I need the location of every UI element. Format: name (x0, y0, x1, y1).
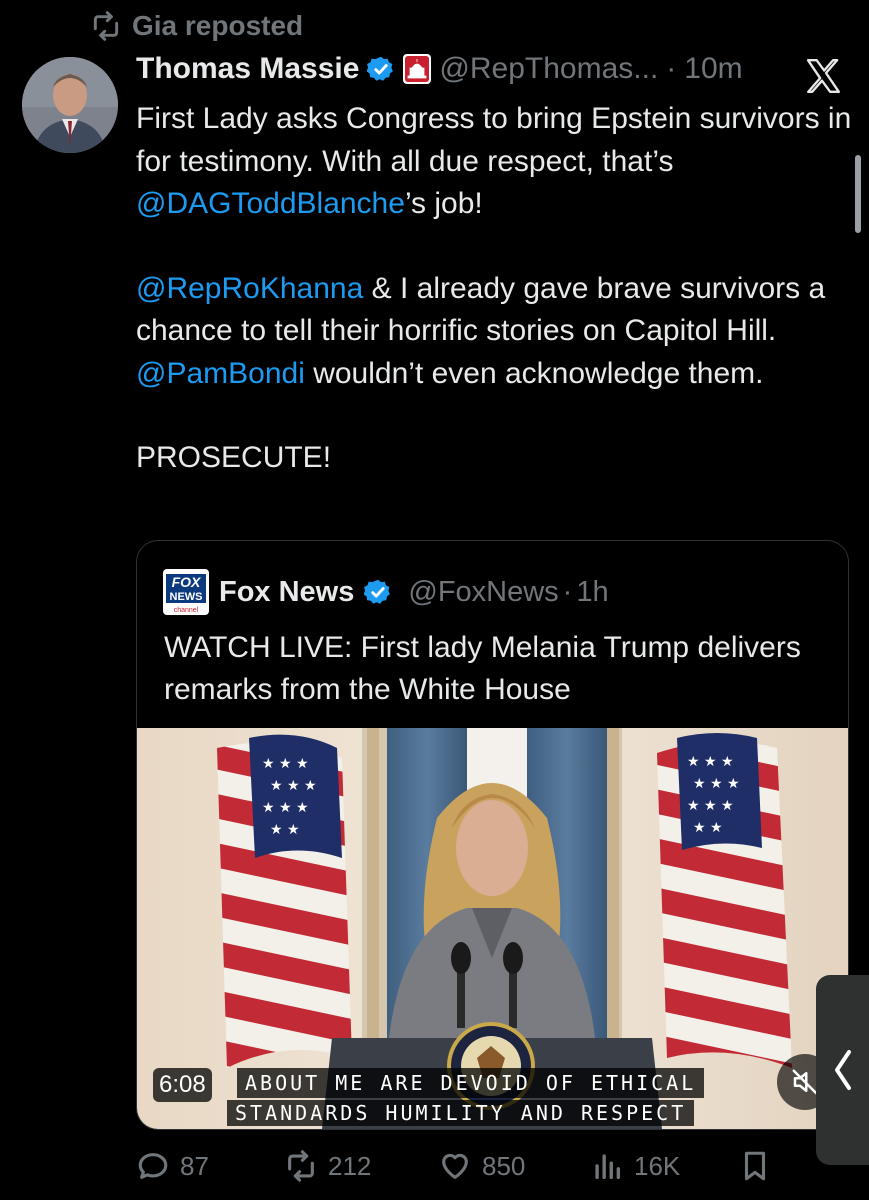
capitol-icon (403, 54, 432, 84)
repost-header[interactable]: Gia reposted (90, 10, 303, 42)
heart-icon (442, 1153, 468, 1179)
svg-text:★ ★ ★: ★ ★ ★ (687, 798, 734, 814)
tweet-paragraph-1: First Lady asks Congress to bring Epstei… (136, 102, 852, 220)
edge-panel-handle[interactable] (816, 975, 869, 1165)
like-count: 850 (482, 1150, 526, 1181)
reply-count: 87 (180, 1150, 209, 1181)
reply-button[interactable]: 87 (136, 1149, 209, 1183)
svg-text:★ ★ ★: ★ ★ ★ (262, 756, 309, 772)
repost-count: 212 (328, 1150, 372, 1181)
mention-link[interactable]: @PamBondi (136, 357, 305, 390)
quote-tweet-card[interactable]: FOX NEWS channel Fox News @FoxNews · 1h … (136, 540, 849, 1130)
svg-text:★ ★: ★ ★ (270, 822, 300, 838)
quote-author-name[interactable]: Fox News (219, 576, 354, 609)
fox-news-logo[interactable]: FOX NEWS channel (163, 569, 209, 615)
fox-logo-text: NEWS (170, 591, 203, 603)
mention-link[interactable]: @RepRoKhanna (136, 272, 363, 305)
verified-badge-icon (364, 579, 391, 604)
quote-author-handle[interactable]: @FoxNews (408, 576, 558, 609)
fox-logo-text: FOX (172, 574, 202, 590)
verified-badge-icon (367, 56, 394, 81)
svg-text:★ ★: ★ ★ (693, 820, 723, 836)
repost-icon (288, 1150, 314, 1182)
post-time[interactable]: 10m (684, 52, 742, 86)
svg-text:★ ★ ★: ★ ★ ★ (687, 754, 734, 770)
fox-logo-text: channel (174, 607, 199, 614)
views-button[interactable]: 16K (590, 1149, 680, 1183)
video-duration: 6:08 (153, 1068, 212, 1102)
author-name[interactable]: Thomas Massie (136, 52, 359, 86)
tweet-header: Thomas Massie @RepThomas... · 10m (136, 52, 743, 86)
repost-icon (93, 11, 119, 41)
bookmark-button[interactable] (738, 1149, 772, 1183)
repost-button[interactable]: 212 (284, 1149, 371, 1183)
time-separator: · (562, 575, 573, 608)
chevron-left-icon (834, 1050, 851, 1090)
scrollbar[interactable] (855, 155, 861, 233)
time-separator: · (666, 52, 677, 85)
reply-icon (138, 1153, 168, 1179)
repost-label: Gia reposted (132, 10, 304, 41)
tweet-body: First Lady asks Congress to bring Epstei… (136, 98, 856, 480)
author-handle[interactable]: @RepThomas... (439, 52, 658, 86)
svg-text:★ ★ ★: ★ ★ ★ (693, 776, 740, 792)
quote-header: FOX NEWS channel Fox News @FoxNews · 1h (163, 569, 609, 615)
x-logo-icon (806, 59, 840, 94)
action-bar: 87 212 850 16K (136, 1145, 816, 1189)
like-button[interactable]: 850 (438, 1149, 525, 1183)
mention-link[interactable]: @DAGToddBlanche (136, 187, 405, 220)
video-caption-line: ABOUT ME ARE DEVOID OF ETHICAL (237, 1068, 705, 1098)
video-caption-line: STANDARDS HUMILITY AND RESPECT (227, 1100, 695, 1126)
bookmark-icon (744, 1151, 766, 1181)
quote-time[interactable]: 1h (576, 576, 608, 609)
tweet-paragraph-2: @RepRoKhanna & I already gave brave surv… (136, 271, 826, 390)
video-player[interactable]: ★ ★ ★ ★ ★ ★ ★ ★ ★ ★ ★ ★ ★ ★ ★ ★ ★ ★ ★ ★ ★ ★ (137, 728, 848, 1129)
view-count: 16K (634, 1150, 681, 1181)
svg-text:★ ★ ★: ★ ★ ★ (270, 778, 317, 794)
views-icon (595, 1154, 621, 1180)
avatar[interactable] (22, 57, 118, 153)
tweet-paragraph-3: PROSECUTE! (136, 441, 332, 474)
quote-body: WATCH LIVE: First lady Melania Trump del… (164, 631, 801, 706)
svg-text:★ ★ ★: ★ ★ ★ (262, 800, 309, 816)
